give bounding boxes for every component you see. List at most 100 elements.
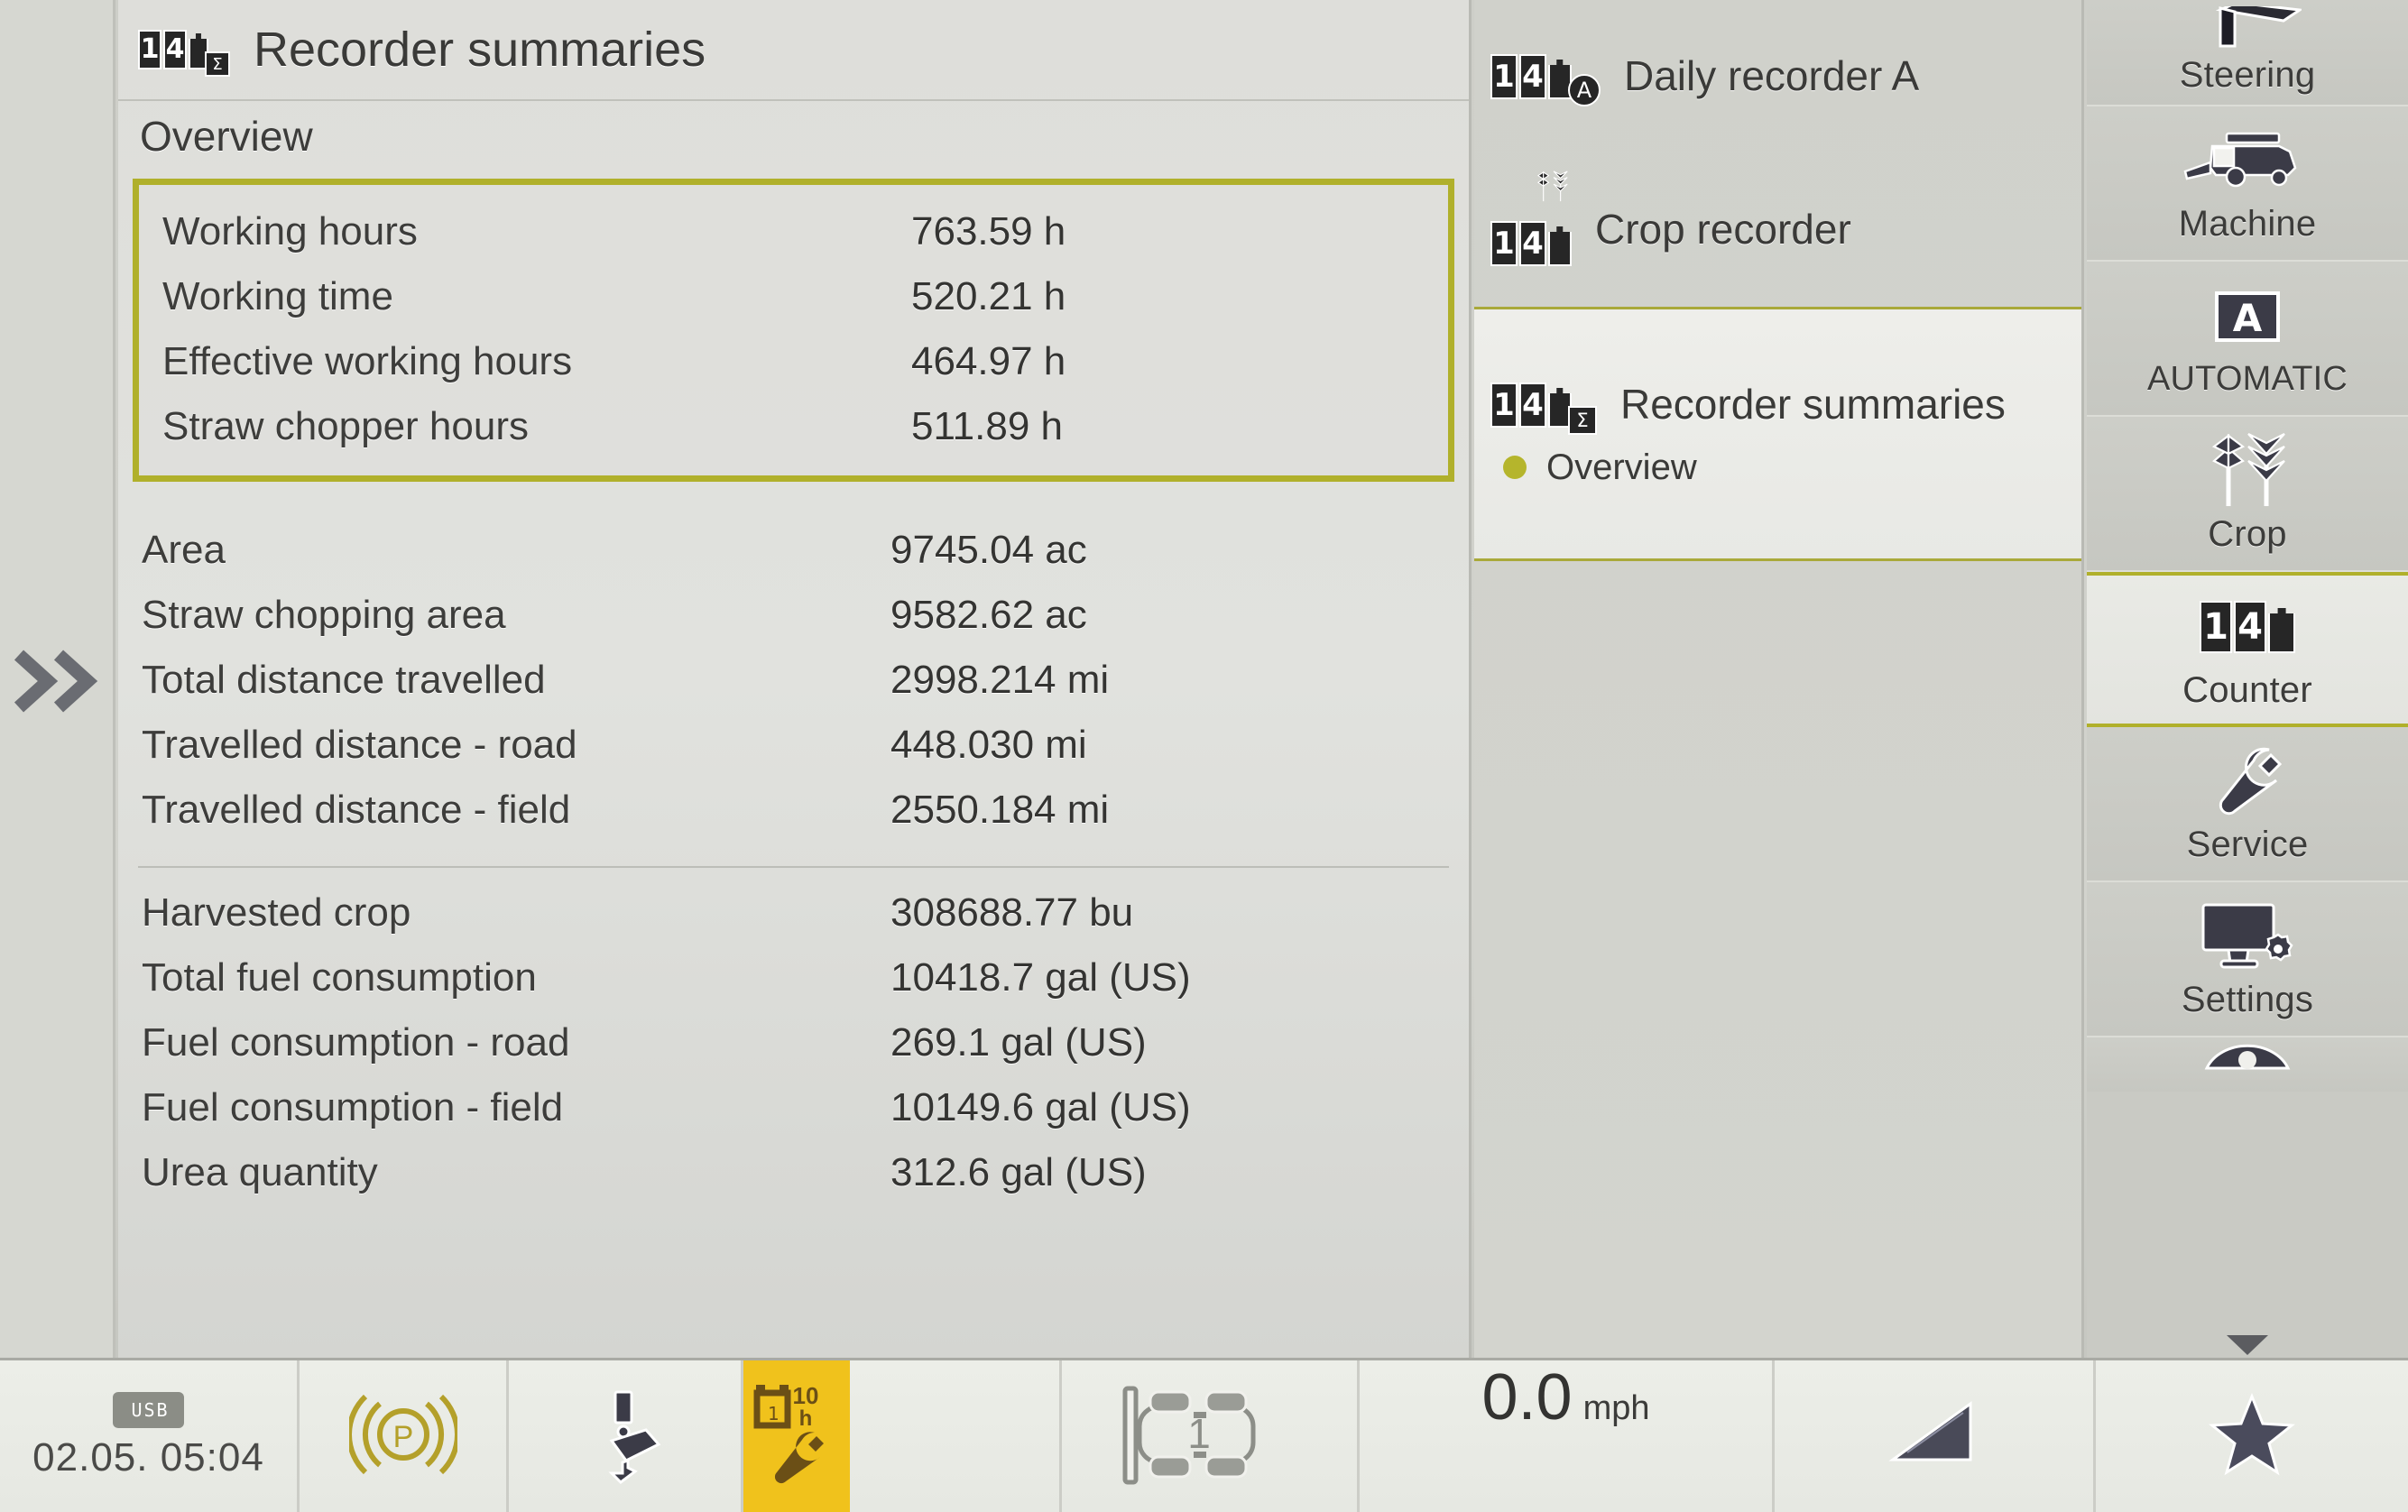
counter-sum-icon: 1 4 Σ (1490, 382, 1597, 435)
nav-item-label: Crop recorder (1595, 206, 1851, 254)
counter-icon: 1 4 (2200, 589, 2295, 665)
row-value: 2550.184 mi (890, 788, 1110, 832)
unloading-auger-indicator (509, 1360, 743, 1512)
wheat-ears-icon (2198, 432, 2297, 509)
status-bar: USB 02.05. 05:04 P 1 10 h 1 0.0 mph (0, 1358, 2408, 1512)
row-value: 269.1 gal (US) (890, 1020, 1147, 1065)
row-label: Fuel consumption - field (142, 1085, 564, 1129)
nav-item-crop-recorder[interactable]: 1 4 Crop recorder (1474, 153, 2081, 307)
nav-subitem-overview[interactable]: Overview (1490, 428, 2065, 493)
sidebar-item-settings[interactable]: Settings (2087, 882, 2408, 1037)
header-angle-icon (1880, 1397, 1988, 1477)
service-due-badge[interactable]: 1 10 h (743, 1360, 850, 1512)
table-row: Travelled distance - road 448.030 mi (118, 713, 1469, 778)
nav-item-recorder-summaries[interactable]: 1 4 Σ Recorder summaries Overview (1474, 307, 2081, 561)
row-value: 520.21 h (911, 274, 1066, 318)
park-brake-indicator: P (300, 1360, 509, 1512)
eye-icon (2198, 1037, 2297, 1077)
row-value: 763.59 h (911, 209, 1066, 254)
table-row: Working time 520.21 h (139, 264, 1448, 329)
sidebar-item-automatic[interactable]: A AUTOMATIC (2087, 262, 2408, 417)
row-label: Total distance travelled (142, 658, 546, 702)
row-value: 9582.62 ac (890, 593, 1087, 637)
wrench-icon (2204, 743, 2291, 819)
panel-subtitle-text: Overview (140, 113, 313, 160)
row-label: Straw chopper hours (162, 404, 529, 448)
right-sidebar: Steering Machine A AUTOMATIC Crop 1 4 Co… (2087, 0, 2408, 1358)
row-label: Urea quantity (142, 1150, 378, 1194)
table-row: Total fuel consumption 10418.7 gal (US) (118, 945, 1469, 1010)
table-row: Urea quantity 312.6 gal (US) (118, 1140, 1469, 1205)
table-row: Fuel consumption - road 269.1 gal (US) (118, 1010, 1469, 1075)
nav-item-label: Daily recorder A (1624, 52, 1920, 100)
nav-item-daily-recorder-a[interactable]: 1 4 A Daily recorder A (1474, 0, 2081, 153)
row-value: 308688.77 bu (890, 890, 1134, 935)
row-value: 511.89 h (911, 404, 1064, 448)
speed-unit: mph (1582, 1389, 1650, 1427)
table-row: Harvested crop 308688.77 bu (118, 880, 1469, 945)
speed-value: 0.0 (1481, 1361, 1573, 1434)
row-label: Working hours (162, 209, 418, 254)
svg-text:10: 10 (793, 1382, 819, 1409)
selected-bullet-icon (1503, 456, 1527, 479)
drive-config-icon: 1 (1120, 1378, 1300, 1496)
table-row: Total distance travelled 2998.214 mi (118, 648, 1469, 713)
row-value: 9745.04 ac (890, 528, 1087, 572)
svg-text:h: h (799, 1406, 813, 1431)
table-row: Effective working hours 464.97 h (139, 329, 1448, 394)
datetime-text: 02.05. 05:04 (32, 1435, 264, 1480)
sidebar-item-label: Settings (2181, 979, 2314, 1019)
page-title: Recorder summaries (254, 23, 706, 77)
steering-icon (2193, 6, 2302, 50)
expand-panel-chevron-icon[interactable] (7, 636, 106, 726)
sidebar-item-partial-next[interactable] (2087, 1037, 2408, 1355)
status-datetime: USB 02.05. 05:04 (0, 1360, 300, 1512)
wheat-ears-icon (1536, 171, 1568, 202)
row-label: Fuel consumption - road (142, 1020, 570, 1065)
gear-number-text: 1 (1187, 1410, 1211, 1457)
table-row: Travelled distance - field 2550.184 mi (118, 778, 1469, 843)
status-spacer (850, 1360, 1062, 1512)
sidebar-item-steering[interactable]: Steering (2087, 0, 2408, 106)
summary-group-highlighted[interactable]: Working hours 763.59 h Working time 520.… (133, 179, 1454, 482)
left-rail (0, 0, 115, 1358)
sidebar-item-label: Counter (2182, 669, 2312, 710)
sidebar-item-service[interactable]: Service (2087, 727, 2408, 882)
panel-subtitle: Overview (118, 101, 1469, 171)
sidebar-item-crop[interactable]: Crop (2087, 417, 2408, 572)
sidebar-item-label: Crop (2208, 513, 2287, 554)
sidebar-item-machine[interactable]: Machine (2087, 106, 2408, 262)
sidebar-item-label: Steering (2179, 55, 2316, 95)
nav-item-label: Recorder summaries (1620, 380, 2006, 428)
row-label: Total fuel consumption (142, 955, 537, 1000)
star-icon (2209, 1392, 2295, 1480)
row-value: 10418.7 gal (US) (890, 955, 1191, 1000)
row-label: Area (142, 528, 226, 572)
row-label: Travelled distance - road (142, 723, 577, 767)
panel-header: 1 4 Σ Recorder summaries (118, 0, 1469, 101)
row-value: 10149.6 gal (US) (890, 1085, 1191, 1129)
combine-harvester-icon (2180, 123, 2315, 198)
table-row: Straw chopper hours 511.89 h (139, 394, 1448, 459)
table-row: Fuel consumption - field 10149.6 gal (US… (118, 1075, 1469, 1140)
row-value: 464.97 h (911, 339, 1066, 383)
table-row: Straw chopping area 9582.62 ac (118, 583, 1469, 648)
sidebar-item-label: Service (2186, 824, 2309, 864)
nav-subitem-label: Overview (1546, 447, 1697, 487)
table-row: Area 9745.04 ac (118, 518, 1469, 583)
table-row: Working hours 763.59 h (139, 199, 1448, 264)
row-label: Travelled distance - field (142, 788, 571, 832)
header-position-indicator (1775, 1360, 2096, 1512)
unload-auger-icon (576, 1385, 675, 1489)
row-label: Effective working hours (162, 339, 573, 383)
sidebar-item-label: Machine (2178, 203, 2317, 244)
usb-icon: USB (113, 1392, 184, 1428)
row-value: 2998.214 mi (890, 658, 1110, 702)
row-value: 312.6 gal (US) (890, 1150, 1147, 1194)
svg-text:1: 1 (768, 1403, 780, 1424)
favourites-button[interactable] (2096, 1360, 2408, 1512)
service-wrench-hours-icon: 1 10 h (746, 1380, 847, 1493)
sidebar-item-counter[interactable]: 1 4 Counter (2087, 572, 2408, 727)
counter-crop-icon: 1 4 (1490, 171, 1572, 266)
row-label: Working time (162, 274, 393, 318)
